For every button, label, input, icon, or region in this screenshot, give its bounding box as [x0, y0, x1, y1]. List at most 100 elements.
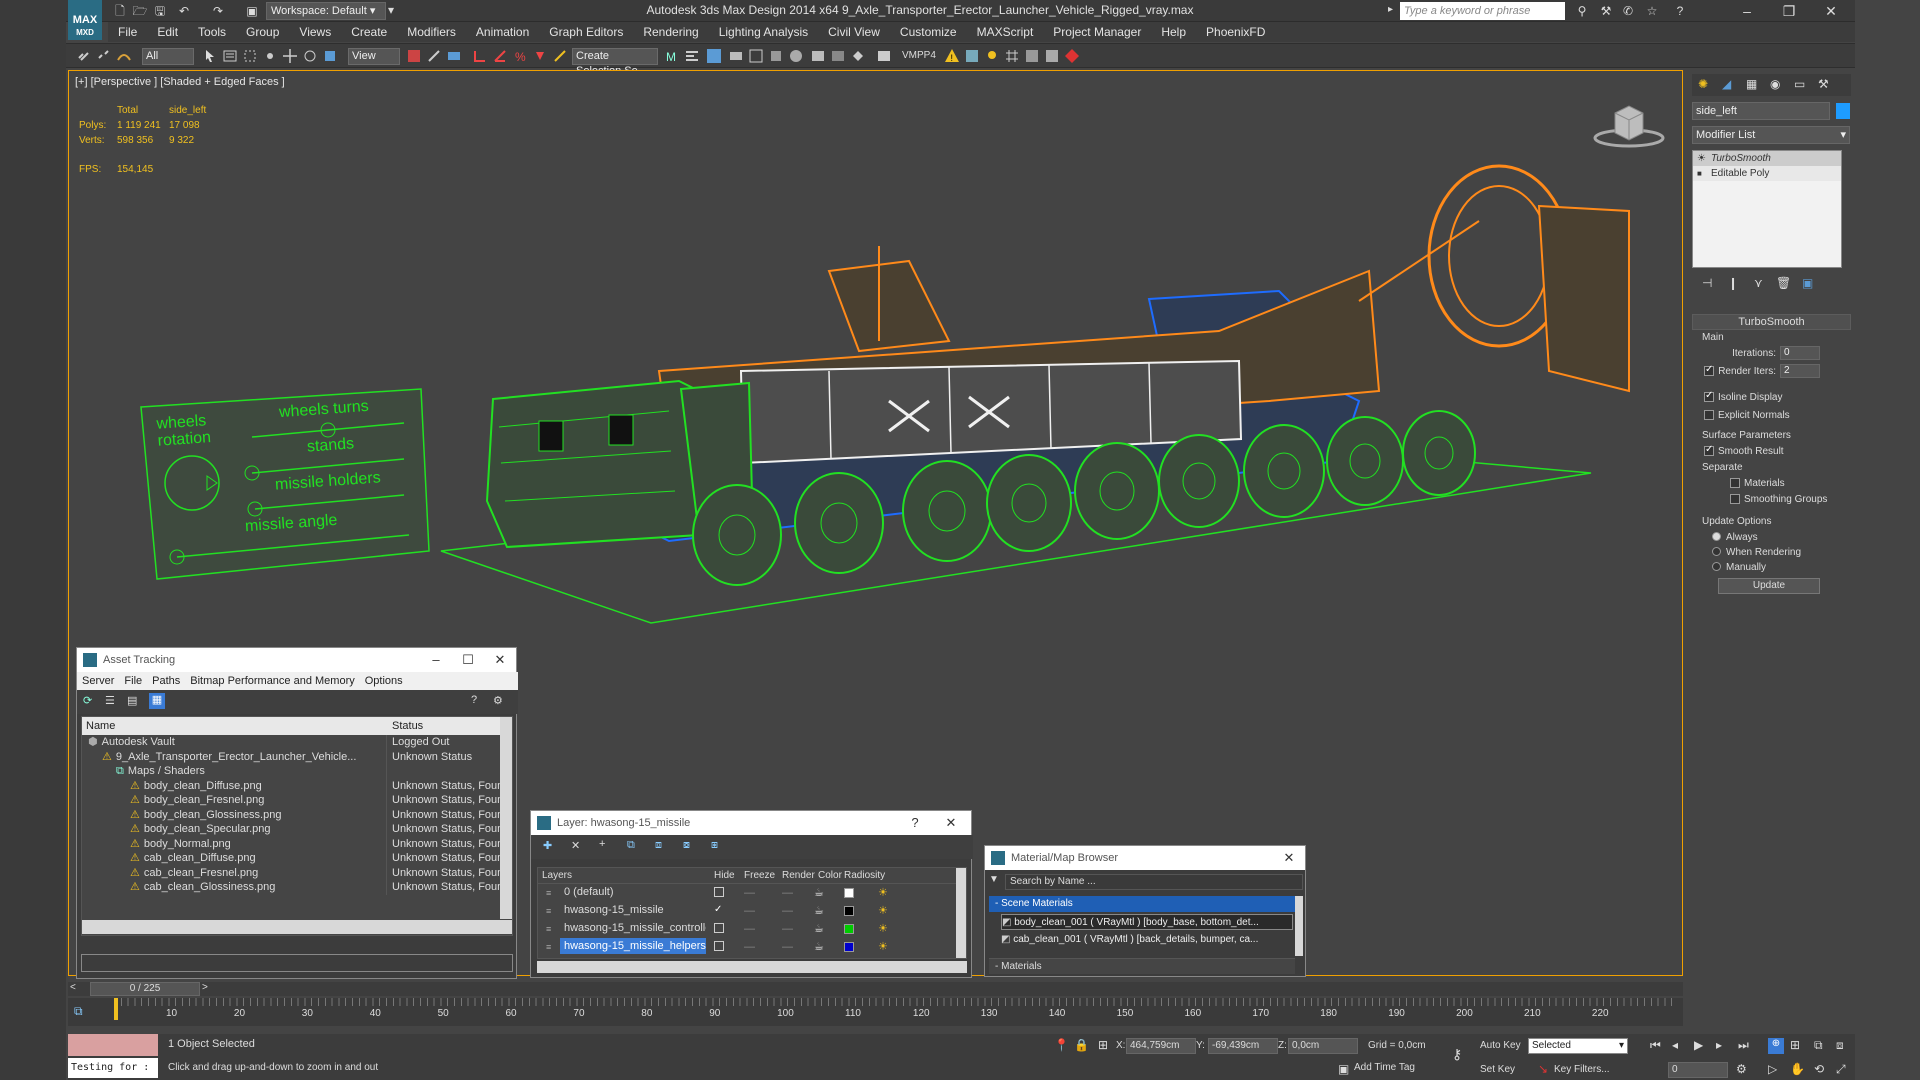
update-when-rendering-radio[interactable]: [1712, 547, 1721, 556]
mini-curve-editor-icon[interactable]: ⧉: [74, 1004, 83, 1019]
chevron-left-icon[interactable]: <: [70, 982, 76, 993]
show-end-result-icon[interactable]: ❙: [1728, 276, 1738, 290]
binoculars-icon[interactable]: ⚲: [1574, 3, 1590, 19]
configure-modifier-sets-icon[interactable]: ▣: [1802, 276, 1813, 290]
save-render-icon[interactable]: [1024, 48, 1040, 64]
remove-modifier-icon[interactable]: 🗑: [1776, 276, 1791, 290]
menu-views[interactable]: Views: [289, 22, 341, 42]
turbosmooth-rollout-header[interactable]: TurboSmooth: [1692, 314, 1851, 330]
freeze-toggle[interactable]: —: [782, 938, 793, 956]
render-region-icon[interactable]: [1044, 48, 1060, 64]
help-button[interactable]: ?: [899, 811, 931, 835]
vertical-scrollbar[interactable]: [1295, 896, 1303, 956]
asset-row[interactable]: ⚠ cab_clean_Diffuse.png Unknown Status, Fo…: [82, 851, 500, 866]
chevron-down-icon[interactable]: ▾: [388, 3, 402, 19]
isoline-display-checkbox[interactable]: [1704, 390, 1714, 402]
vertical-scrollbar[interactable]: [956, 868, 966, 958]
settings-icon[interactable]: ⚙: [493, 694, 503, 707]
menu-edit[interactable]: Edit: [147, 22, 188, 42]
window-crossing-icon[interactable]: [262, 48, 278, 64]
layer-manager-icon[interactable]: [706, 48, 722, 64]
stack-item-turbosmooth[interactable]: ☀ TurboSmooth: [1693, 151, 1841, 166]
modifier-stack[interactable]: ☀ TurboSmooth ■ Editable Poly: [1692, 150, 1842, 268]
unlink-icon[interactable]: [96, 48, 112, 64]
vray-frame-buffer-icon[interactable]: [876, 48, 892, 64]
link-icon[interactable]: [76, 48, 92, 64]
layer-name[interactable]: hwasong-15_missile_helpers: [560, 938, 706, 954]
minimize-icon[interactable]: –: [1728, 0, 1766, 22]
expand-plus-icon[interactable]: ■: [1697, 166, 1702, 181]
zoom-extents-icon[interactable]: ⧉: [1814, 1038, 1823, 1053]
asset-row[interactable]: ⚠ cab_clean_Glossiness.png Unknown Status,…: [82, 880, 500, 895]
percent-snap-icon[interactable]: %: [512, 48, 528, 64]
radiosity-icon[interactable]: ☀: [878, 902, 888, 920]
layer-name[interactable]: hwasong-15_missile_controllers: [560, 920, 706, 936]
material-editor-icon[interactable]: [788, 48, 804, 64]
vertical-scrollbar[interactable]: [500, 717, 512, 919]
stop-render-icon[interactable]: [1064, 48, 1080, 64]
select-by-name-icon[interactable]: [222, 48, 238, 64]
time-tag-icon[interactable]: ▣: [1338, 1062, 1349, 1076]
material-list-item[interactable]: ◩ body_clean_001 ( VRayMtl ) [body_base,…: [1001, 914, 1293, 930]
new-file-icon[interactable]: 🗋: [112, 3, 128, 19]
menu-create[interactable]: Create: [341, 22, 397, 42]
asset-row[interactable]: ⚠ body_clean_Specular.png Unknown Status, …: [82, 822, 500, 837]
rendered-frame-window-icon[interactable]: [830, 48, 846, 64]
create-layer-icon[interactable]: ✚: [543, 839, 552, 852]
horizontal-scrollbar[interactable]: [82, 920, 512, 934]
display-tab-icon[interactable]: ▭: [1794, 77, 1805, 91]
layer-row[interactable]: ≡ hwasong-15_missile ✓ — — ☕ ☀: [538, 902, 956, 920]
close-icon[interactable]: ✕: [1273, 846, 1305, 870]
edit-named-selection-icon[interactable]: [552, 48, 568, 64]
select-object-icon[interactable]: [202, 48, 218, 64]
materials-group[interactable]: - Materials: [989, 958, 1295, 974]
material-browser-titlebar[interactable]: Material/Map Browser ✕: [985, 846, 1305, 870]
layer-row[interactable]: ≡ hwasong-15_missile_helpers — — ☕ ☀: [538, 938, 956, 956]
help-icon[interactable]: ?: [471, 694, 477, 706]
image-icon[interactable]: [964, 48, 980, 64]
layer-col-color-header[interactable]: Color: [818, 868, 842, 884]
subscription-icon[interactable]: ⚒: [1598, 3, 1614, 19]
stack-item-editable-poly[interactable]: ■ Editable Poly: [1693, 166, 1841, 181]
layer-col-layers-header[interactable]: Layers: [542, 868, 572, 884]
modify-tab-icon[interactable]: ◢: [1722, 77, 1731, 91]
hierarchy-tab-icon[interactable]: ▦: [1746, 77, 1757, 91]
explicit-normals-checkbox[interactable]: [1704, 410, 1714, 420]
maximize-viewport-icon[interactable]: ⤢: [1836, 1062, 1846, 1077]
maximize-icon[interactable]: ☐: [452, 648, 484, 672]
horizontal-scrollbar[interactable]: [537, 961, 967, 973]
chevron-right-icon[interactable]: >: [202, 982, 208, 993]
add-to-layer-icon[interactable]: +: [599, 838, 605, 850]
active-layer-toggle[interactable]: [714, 887, 724, 897]
menu-graph-editors[interactable]: Graph Editors: [539, 22, 633, 42]
layer-col-radiosity-header[interactable]: Radiosity: [844, 868, 885, 884]
table-view-icon[interactable]: ▦: [149, 693, 165, 709]
menu-tools[interactable]: Tools: [188, 22, 236, 42]
zoom-all-icon[interactable]: ⊞: [1790, 1038, 1800, 1052]
chevron-right-icon[interactable]: ▸: [1388, 4, 1393, 15]
hide-toggle[interactable]: —: [744, 920, 755, 938]
script-listener-output[interactable]: [68, 1034, 158, 1056]
rect-selection-icon[interactable]: [242, 48, 258, 64]
angle-snap-icon[interactable]: [492, 48, 508, 64]
options-chevron-icon[interactable]: ▼: [989, 874, 1001, 888]
key-filters-button[interactable]: Key Filters...: [1554, 1062, 1628, 1078]
select-layer-objects-icon[interactable]: ⧉: [627, 839, 635, 852]
asset-row[interactable]: ⚠ 9_Axle_Transporter_Erector_Launcher_Veh…: [82, 749, 500, 764]
layer-color-swatch[interactable]: [844, 942, 854, 952]
menu-group[interactable]: Group: [236, 22, 289, 42]
workspace-dropdown[interactable]: Workspace: Default ▾: [266, 2, 386, 20]
time-configuration-icon[interactable]: ⚙: [1736, 1062, 1747, 1076]
menu-maxscript[interactable]: MAXScript: [967, 22, 1044, 42]
col-status-header[interactable]: Status: [392, 717, 423, 735]
schematic-view-icon[interactable]: [768, 48, 784, 64]
layer-color-swatch[interactable]: [844, 906, 854, 916]
render-iters-spinner[interactable]: 2: [1780, 364, 1820, 378]
asset-row[interactable]: ⚠ body_Normal.png Unknown Status, Foun: [82, 836, 500, 851]
favorites-star-icon[interactable]: ☆: [1644, 3, 1660, 19]
freeze-toggle[interactable]: —: [782, 902, 793, 920]
spinner-snap-icon[interactable]: [532, 48, 548, 64]
current-frame-field[interactable]: 0: [1668, 1062, 1728, 1078]
freeze-toggle[interactable]: —: [782, 920, 793, 938]
auto-key-button[interactable]: Auto Key: [1480, 1038, 1524, 1054]
